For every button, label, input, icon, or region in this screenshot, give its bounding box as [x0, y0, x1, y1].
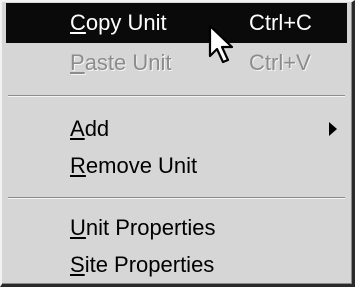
menu-item-label: Paste Unit	[70, 50, 172, 75]
menu-item-label: Site Properties	[70, 252, 215, 277]
menu-item-label: Unit Properties	[70, 215, 216, 240]
context-menu: Copy Unit Ctrl+C Paste Unit Ctrl+V Add R…	[0, 0, 355, 287]
menu-separator	[8, 95, 345, 97]
menu-item-add[interactable]: Add	[6, 109, 347, 149]
menu-item-paste-unit[interactable]: Paste Unit Ctrl+V	[6, 43, 347, 83]
chevron-right-icon	[329, 122, 337, 136]
menu-item-remove-unit[interactable]: Remove Unit	[6, 146, 347, 186]
shortcut-label: Ctrl+V	[249, 50, 311, 75]
menu-item-unit-properties[interactable]: Unit Properties	[6, 208, 347, 248]
shortcut-label: Ctrl+C	[249, 10, 312, 35]
mouse-pointer-icon	[208, 24, 234, 64]
menu-item-copy-unit[interactable]: Copy Unit Ctrl+C	[6, 3, 347, 43]
menu-item-label: Copy Unit	[70, 10, 167, 35]
menu-item-site-properties[interactable]: Site Properties	[6, 245, 347, 285]
menu-item-label: Remove Unit	[70, 153, 198, 178]
menu-item-label: Add	[70, 116, 110, 141]
menu-separator	[8, 197, 345, 199]
